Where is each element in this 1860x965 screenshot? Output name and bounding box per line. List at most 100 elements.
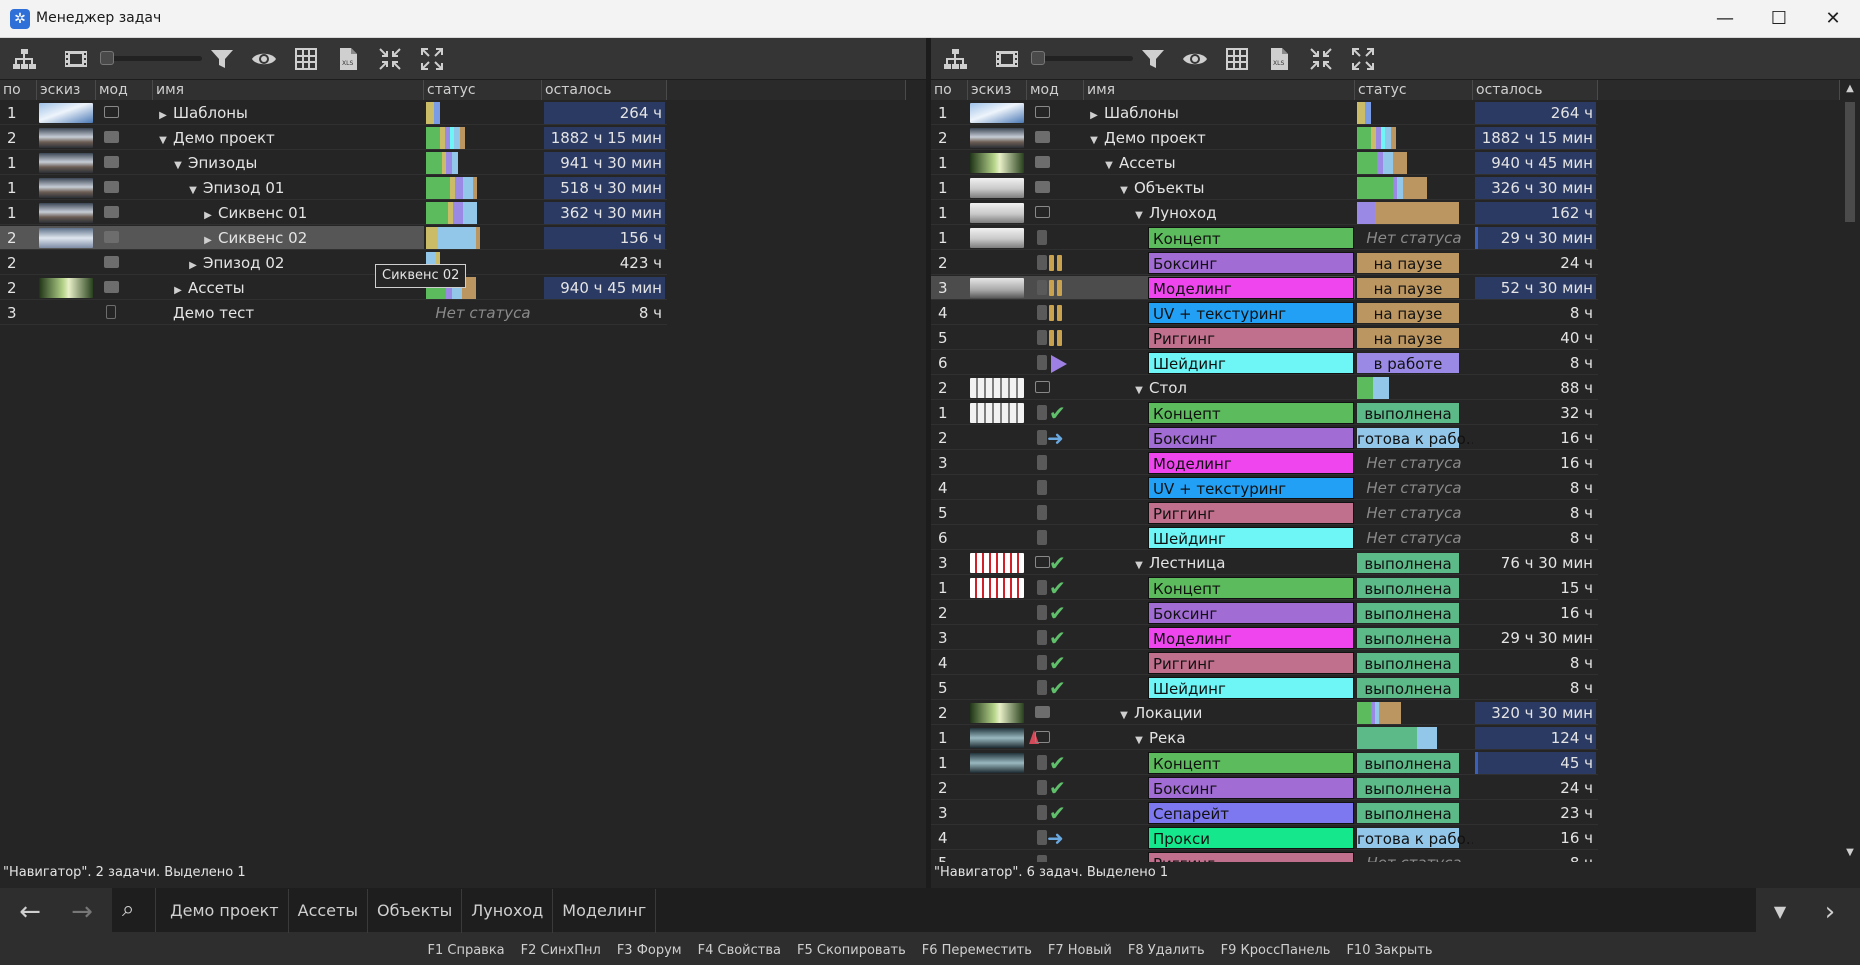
thumbnail[interactable] <box>970 553 1024 573</box>
task-name[interactable]: Риггинг <box>1148 327 1354 349</box>
task-row[interactable]: 1 ✔ Концепт выполнена 45 ч <box>931 751 1598 776</box>
task-name[interactable]: Боксинг <box>1148 602 1354 624</box>
expand-all-icon[interactable] <box>416 44 448 74</box>
name-cell[interactable]: ▼ Лестница <box>1084 551 1355 575</box>
name-cell[interactable]: ▶ Сиквенс 01 <box>153 201 424 225</box>
column-header-status[interactable]: статус <box>424 80 542 100</box>
status-cell[interactable]: выполнена <box>1355 651 1473 675</box>
fkey-6[interactable]: F6 Переместить <box>922 936 1032 965</box>
name-cell[interactable]: Шейдинг <box>1084 526 1355 550</box>
tree-row[interactable]: 2 ▼ Демо проект 1882 ч 15 мин <box>931 126 1598 151</box>
expand-all-icon[interactable] <box>1347 44 1379 74</box>
tree-row[interactable]: 1 ▼ Объекты 326 ч 30 мин <box>931 176 1598 201</box>
status-badge[interactable]: выполнена <box>1356 602 1460 624</box>
status-badge[interactable]: выполнена <box>1356 577 1460 599</box>
column-header-ord[interactable]: по <box>0 80 37 100</box>
status-cell[interactable]: в работе <box>1355 351 1473 375</box>
status-cell[interactable] <box>1355 201 1473 225</box>
name-cell[interactable]: ▼ Локации <box>1084 701 1355 725</box>
task-name[interactable]: Концепт <box>1148 227 1354 249</box>
status-badge[interactable]: на паузе <box>1356 277 1460 299</box>
thumbnail[interactable] <box>39 153 93 173</box>
right-scrollbar[interactable]: ▲ ▼ <box>1840 80 1860 862</box>
tree-row[interactable]: 2 ▶ Эпизод 02 423 ч <box>0 251 667 276</box>
status-badge[interactable]: на паузе <box>1356 327 1460 349</box>
name-cell[interactable]: Боксинг <box>1084 251 1355 275</box>
tree-row[interactable]: 1 ▼ Эпизоды 941 ч 30 мин <box>0 151 667 176</box>
thumbnail[interactable] <box>39 103 93 123</box>
task-name[interactable]: UV + текстуринг <box>1148 477 1354 499</box>
expand-arrow-icon[interactable]: ▶ <box>202 229 214 249</box>
thumbnail[interactable] <box>970 103 1024 123</box>
status-cell[interactable]: Нет статуса <box>1355 226 1473 250</box>
task-row[interactable]: 4 UV + текстуринг на паузе 8 ч <box>931 301 1598 326</box>
task-name[interactable]: Моделинг <box>1148 277 1354 299</box>
status-cell[interactable] <box>1355 176 1473 200</box>
task-name[interactable]: Боксинг <box>1148 252 1354 274</box>
collapse-arrow-icon[interactable]: ▼ <box>1088 129 1100 149</box>
status-cell[interactable] <box>424 176 542 200</box>
thumbnail[interactable] <box>970 153 1024 173</box>
expand-arrow-icon[interactable]: ▶ <box>1088 104 1100 124</box>
name-cell[interactable]: Риггинг <box>1084 501 1355 525</box>
thumbnail-size-slider[interactable] <box>100 51 202 65</box>
name-cell[interactable]: ▼ Эпизоды <box>153 151 424 175</box>
status-cell[interactable] <box>424 201 542 225</box>
tree-row[interactable]: 1 ▶ Сиквенс 01 362 ч 30 мин <box>0 201 667 226</box>
status-cell[interactable] <box>1355 126 1473 150</box>
thumbnail[interactable] <box>970 128 1024 148</box>
fkey-9[interactable]: F9 КроссПанель <box>1221 936 1331 965</box>
task-row[interactable]: 1 ✔ Концепт выполнена 32 ч <box>931 401 1598 426</box>
task-name[interactable]: Сепарейт <box>1148 802 1354 824</box>
task-name[interactable]: Боксинг <box>1148 777 1354 799</box>
status-cell[interactable]: Нет статуса <box>424 301 542 325</box>
filter-icon[interactable] <box>206 44 238 74</box>
task-row[interactable]: 5 ✔ Шейдинг выполнена 8 ч <box>931 676 1598 701</box>
name-cell[interactable]: ▼ Луноход <box>1084 201 1355 225</box>
name-cell[interactable]: ▼ Стол <box>1084 376 1355 400</box>
expand-arrow-icon[interactable]: ▶ <box>202 204 214 224</box>
tree-row[interactable]: 1 ▼ Ассеты 940 ч 45 мин <box>931 151 1598 176</box>
status-cell[interactable]: на паузе <box>1355 251 1473 275</box>
tree-row[interactable]: 2 ▼ Локации 320 ч 30 мин <box>931 701 1598 726</box>
tree-row[interactable]: 3 Демо тест Нет статуса 8 ч <box>0 301 667 326</box>
tree-row[interactable]: 2 ▶ Сиквенс 02 156 ч <box>0 226 667 251</box>
view-icon[interactable] <box>1179 44 1211 74</box>
thumbnail[interactable] <box>970 203 1024 223</box>
expand-arrow-icon[interactable]: ▶ <box>187 254 199 274</box>
name-cell[interactable]: Шейдинг <box>1084 351 1355 375</box>
tree-row[interactable]: 1 ▼ Луноход 162 ч <box>931 201 1598 226</box>
fkey-2[interactable]: F2 СинхПнл <box>521 936 601 965</box>
columns-icon[interactable] <box>1221 44 1253 74</box>
task-name[interactable]: UV + текстуринг <box>1148 302 1354 324</box>
task-row[interactable]: 3 Моделинг Нет статуса 16 ч <box>931 451 1598 476</box>
task-row[interactable]: 4 UV + текстуринг Нет статуса 8 ч <box>931 476 1598 501</box>
tree-row[interactable]: 1 ▶ Шаблоны 264 ч <box>931 101 1598 126</box>
search-icon[interactable]: ⌕ <box>112 888 156 932</box>
task-row[interactable]: 5 Риггинг Нет статуса 8 ч <box>931 501 1598 526</box>
thumbnail[interactable] <box>39 228 93 248</box>
hierarchy-icon[interactable] <box>8 44 40 74</box>
next-icon[interactable]: › <box>1806 888 1854 936</box>
status-badge[interactable]: выполнена <box>1356 402 1460 424</box>
task-row[interactable]: 1 Концепт Нет статуса 29 ч 30 мин <box>931 226 1598 251</box>
fkey-7[interactable]: F7 Новый <box>1048 936 1112 965</box>
task-name[interactable]: Прокси <box>1148 827 1354 849</box>
fkey-4[interactable]: F4 Свойства <box>698 936 781 965</box>
tree-row[interactable]: 2 ▶ Ассеты 940 ч 45 мин <box>0 276 667 301</box>
export-xls-icon[interactable]: XLS <box>332 44 364 74</box>
name-cell[interactable]: ▼ Демо проект <box>1084 126 1355 150</box>
name-cell[interactable]: Риггинг <box>1084 326 1355 350</box>
name-cell[interactable]: Демо тест <box>153 301 424 325</box>
status-cell[interactable]: на паузе <box>1355 301 1473 325</box>
status-cell[interactable]: выполнена <box>1355 776 1473 800</box>
task-row[interactable]: 6 Шейдинг в работе 8 ч <box>931 351 1598 376</box>
name-cell[interactable]: ▼ Объекты <box>1084 176 1355 200</box>
history-dropdown-icon[interactable]: ▼ <box>1756 888 1804 936</box>
scroll-down-icon[interactable]: ▼ <box>1840 844 1860 862</box>
status-badge[interactable]: выполнена <box>1356 752 1460 774</box>
task-name[interactable]: Шейдинг <box>1148 352 1354 374</box>
status-cell[interactable] <box>1355 701 1473 725</box>
name-cell[interactable]: ▼ Эпизод 01 <box>153 176 424 200</box>
back-icon[interactable]: ← <box>6 888 54 936</box>
